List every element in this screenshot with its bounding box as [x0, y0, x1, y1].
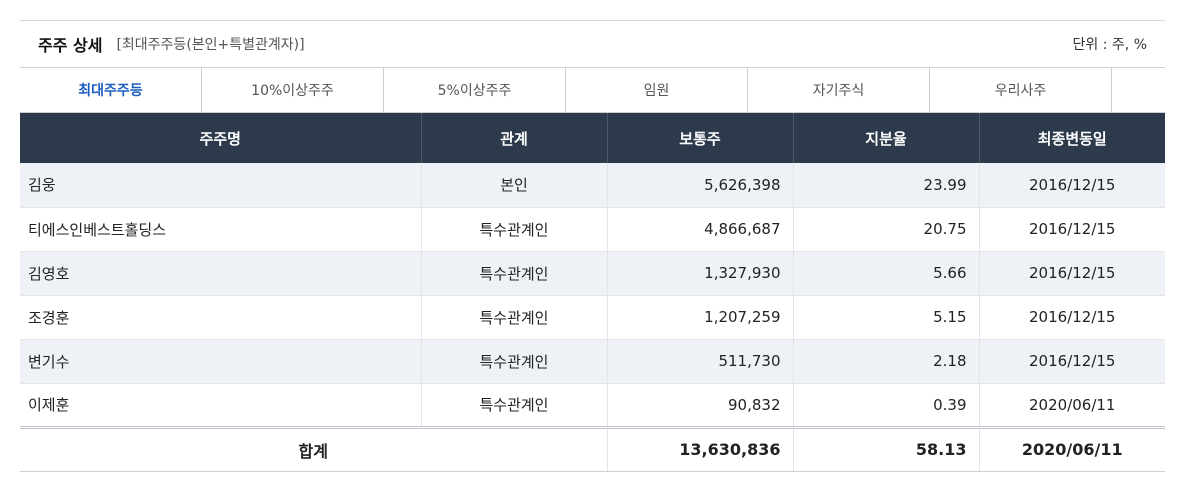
column-header-date[interactable]: 최종변동일	[979, 113, 1165, 163]
page-title: 주주 상세	[38, 36, 103, 55]
tab-bar: 최대주주등 10%이상주주 5%이상주주 임원 자기주식 우리사주	[20, 67, 1165, 113]
table-row: 티에스인베스트홀딩스 특수관계인 4,866,687 20.75 2016/12…	[20, 207, 1165, 252]
table-header-row: 주주명 관계 보통주 지분율 최종변동일	[20, 113, 1165, 163]
cell-shares: 5,626,398	[607, 163, 794, 208]
tab-employee-stock[interactable]: 우리사주	[930, 68, 1112, 112]
tab-treasury-stock[interactable]: 자기주식	[748, 68, 930, 112]
cell-relation: 특수관계인	[421, 339, 608, 384]
cell-name: 이제훈	[20, 383, 422, 428]
total-date: 2020/06/11	[979, 425, 1165, 472]
tab-10pct-shareholders[interactable]: 10%이상주주	[202, 68, 384, 112]
tab-5pct-shareholders[interactable]: 5%이상주주	[384, 68, 566, 112]
table-row: 김영호 특수관계인 1,327,930 5.66 2016/12/15	[20, 251, 1165, 296]
cell-name: 변기수	[20, 339, 422, 384]
cell-ratio: 0.39	[793, 383, 980, 428]
tab-largest-shareholders[interactable]: 최대주주등	[20, 68, 202, 112]
cell-relation: 본인	[421, 163, 608, 208]
cell-relation: 특수관계인	[421, 383, 608, 428]
column-header-name[interactable]: 주주명	[20, 113, 422, 163]
total-ratio: 58.13	[793, 425, 980, 472]
cell-date: 2016/12/15	[979, 207, 1165, 252]
table-row: 조경훈 특수관계인 1,207,259 5.15 2016/12/15	[20, 295, 1165, 340]
shareholder-detail-panel: 주주 상세 [최대주주등(본인+특별관계자)] 단위 : 주, % 최대주주등 …	[20, 20, 1165, 472]
cell-date: 2020/06/11	[979, 383, 1165, 428]
table-row: 이제훈 특수관계인 90,832 0.39 2020/06/11	[20, 383, 1165, 428]
column-header-shares[interactable]: 보통주	[607, 113, 794, 163]
cell-relation: 특수관계인	[421, 207, 608, 252]
unit-label: 단위 : 주, %	[1072, 37, 1147, 53]
table-row: 김웅 본인 5,626,398 23.99 2016/12/15	[20, 163, 1165, 208]
cell-date: 2016/12/15	[979, 339, 1165, 384]
cell-name: 김영호	[20, 251, 422, 296]
cell-ratio: 23.99	[793, 163, 980, 208]
cell-shares: 1,327,930	[607, 251, 794, 296]
column-header-relation[interactable]: 관계	[421, 113, 608, 163]
cell-relation: 특수관계인	[421, 251, 608, 296]
tab-executives[interactable]: 임원	[566, 68, 748, 112]
total-label: 합계	[20, 425, 608, 472]
cell-shares: 1,207,259	[607, 295, 794, 340]
shareholder-table: 주주명 관계 보통주 지분율 최종변동일 김웅 본인 5,626,398 23.…	[20, 113, 1165, 472]
cell-name: 김웅	[20, 163, 422, 208]
cell-name: 티에스인베스트홀딩스	[20, 207, 422, 252]
cell-ratio: 20.75	[793, 207, 980, 252]
cell-ratio: 2.18	[793, 339, 980, 384]
cell-ratio: 5.66	[793, 251, 980, 296]
cell-date: 2016/12/15	[979, 163, 1165, 208]
cell-shares: 511,730	[607, 339, 794, 384]
cell-shares: 4,866,687	[607, 207, 794, 252]
page-subtitle: [최대주주등(본인+특별관계자)]	[116, 37, 305, 53]
total-shares: 13,630,836	[607, 425, 794, 472]
cell-ratio: 5.15	[793, 295, 980, 340]
title-bar: 주주 상세 [최대주주등(본인+특별관계자)] 단위 : 주, %	[20, 20, 1165, 67]
cell-date: 2016/12/15	[979, 251, 1165, 296]
column-header-ratio[interactable]: 지분율	[793, 113, 980, 163]
table-row: 변기수 특수관계인 511,730 2.18 2016/12/15	[20, 339, 1165, 384]
cell-name: 조경훈	[20, 295, 422, 340]
cell-shares: 90,832	[607, 383, 794, 428]
total-row: 합계 13,630,836 58.13 2020/06/11	[20, 425, 1165, 472]
cell-date: 2016/12/15	[979, 295, 1165, 340]
cell-relation: 특수관계인	[421, 295, 608, 340]
